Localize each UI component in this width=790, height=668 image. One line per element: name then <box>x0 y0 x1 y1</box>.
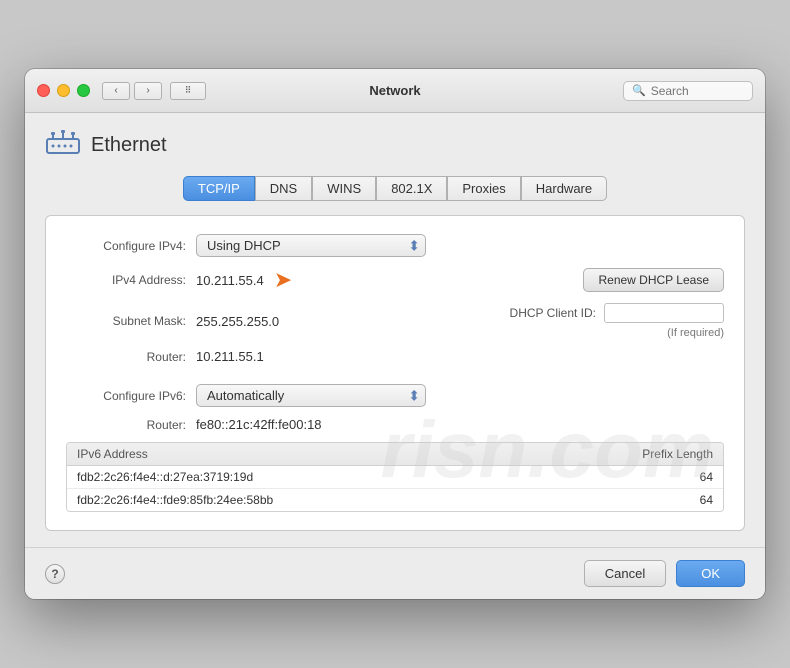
ok-button[interactable]: OK <box>676 560 745 587</box>
ipv6-col-prefix-header: Prefix Length <box>613 447 713 461</box>
configure-ipv6-label: Configure IPv6: <box>66 389 196 403</box>
tab-tcpip[interactable]: TCP/IP <box>183 176 255 201</box>
ipv6-row-1-prefix: 64 <box>613 493 713 507</box>
dhcp-client-row: DHCP Client ID: <box>510 303 724 323</box>
tab-dns[interactable]: DNS <box>255 176 312 201</box>
grid-button[interactable]: ⠿ <box>170 82 206 100</box>
configure-ipv6-row: Configure IPv6: Automatically ⬍ <box>66 384 724 407</box>
tab-proxies[interactable]: Proxies <box>447 176 520 201</box>
ipv6-row-0-address: fdb2:2c26:f4e4::d:27ea:3719:19d <box>77 470 613 484</box>
help-button[interactable]: ? <box>45 564 65 584</box>
subnet-mask-value: 255.255.255.0 <box>196 314 279 329</box>
bottom-buttons: Cancel OK <box>584 560 745 587</box>
router-row: Router: 10.211.55.1 <box>66 349 724 364</box>
minimize-button[interactable] <box>57 84 70 97</box>
tab-hardware[interactable]: Hardware <box>521 176 607 201</box>
tcpip-panel: risn.com Configure IPv4: Using DHCP ⬍ IP… <box>45 215 745 531</box>
dhcp-client-section: DHCP Client ID: (If required) <box>510 303 724 339</box>
ipv6-row-1: fdb2:2c26:f4e4::fde9:85fb:24ee:58bb 64 <box>67 489 723 511</box>
ethernet-label: Ethernet <box>91 134 167 157</box>
ipv4-address-label: IPv4 Address: <box>66 273 196 287</box>
ipv4-address-row: IPv4 Address: 10.211.55.4 ➤ Renew DHCP L… <box>66 267 724 293</box>
configure-ipv6-select-container: Automatically ⬍ <box>196 384 426 407</box>
configure-ipv4-select[interactable]: Using DHCP <box>196 234 426 257</box>
search-box[interactable]: 🔍 <box>623 81 753 101</box>
titlebar: ‹ › ⠿ Network 🔍 <box>25 69 765 113</box>
dhcp-client-label: DHCP Client ID: <box>510 306 596 320</box>
ipv4-address-value: 10.211.55.4 <box>196 273 264 288</box>
close-button[interactable] <box>37 84 50 97</box>
router-ipv6-row: Router: fe80::21c:42ff:fe00:18 <box>66 417 724 432</box>
ipv6-table-header: IPv6 Address Prefix Length <box>67 443 723 466</box>
ipv6-row-0-prefix: 64 <box>613 470 713 484</box>
back-button[interactable]: ‹ <box>102 82 130 100</box>
configure-ipv6-select[interactable]: Automatically <box>196 384 426 407</box>
ethernet-header: Ethernet <box>45 129 745 162</box>
ethernet-icon <box>45 129 81 162</box>
fullscreen-button[interactable] <box>77 84 90 97</box>
subnet-mask-row: Subnet Mask: 255.255.255.0 DHCP Client I… <box>66 303 724 339</box>
router-ipv6-value: fe80::21c:42ff:fe00:18 <box>196 417 322 432</box>
router-ipv6-label: Router: <box>66 418 196 432</box>
configure-ipv4-row: Configure IPv4: Using DHCP ⬍ <box>66 234 724 257</box>
main-content: Ethernet TCP/IP DNS WINS 802.1X Proxies … <box>25 113 765 547</box>
cancel-button[interactable]: Cancel <box>584 560 666 587</box>
window-title: Network <box>369 83 420 98</box>
configure-ipv4-select-container: Using DHCP ⬍ <box>196 234 426 257</box>
bottom-bar: ? Cancel OK <box>25 547 765 599</box>
ipv6-row-0: fdb2:2c26:f4e4::d:27ea:3719:19d 64 <box>67 466 723 489</box>
router-value: 10.211.55.1 <box>196 349 264 364</box>
search-input[interactable] <box>651 84 744 98</box>
subnet-mask-label: Subnet Mask: <box>66 314 196 328</box>
orange-arrow-icon: ➤ <box>274 267 292 293</box>
ipv6-col-address-header: IPv6 Address <box>77 447 613 461</box>
nav-buttons: ‹ › <box>102 82 162 100</box>
configure-ipv4-label: Configure IPv4: <box>66 239 196 253</box>
network-window: ‹ › ⠿ Network 🔍 <box>25 69 765 599</box>
tab-bar: TCP/IP DNS WINS 802.1X Proxies Hardware <box>45 176 745 201</box>
dhcp-client-input[interactable] <box>604 303 724 323</box>
router-label: Router: <box>66 350 196 364</box>
tab-8021x[interactable]: 802.1X <box>376 176 447 201</box>
ipv6-table: IPv6 Address Prefix Length fdb2:2c26:f4e… <box>66 442 724 512</box>
if-required-label: (If required) <box>667 327 724 339</box>
traffic-lights <box>37 84 90 97</box>
tab-wins[interactable]: WINS <box>312 176 376 201</box>
ipv6-row-1-address: fdb2:2c26:f4e4::fde9:85fb:24ee:58bb <box>77 493 613 507</box>
renew-dhcp-button[interactable]: Renew DHCP Lease <box>583 268 724 292</box>
forward-button[interactable]: › <box>134 82 162 100</box>
search-icon: 🔍 <box>632 84 646 97</box>
